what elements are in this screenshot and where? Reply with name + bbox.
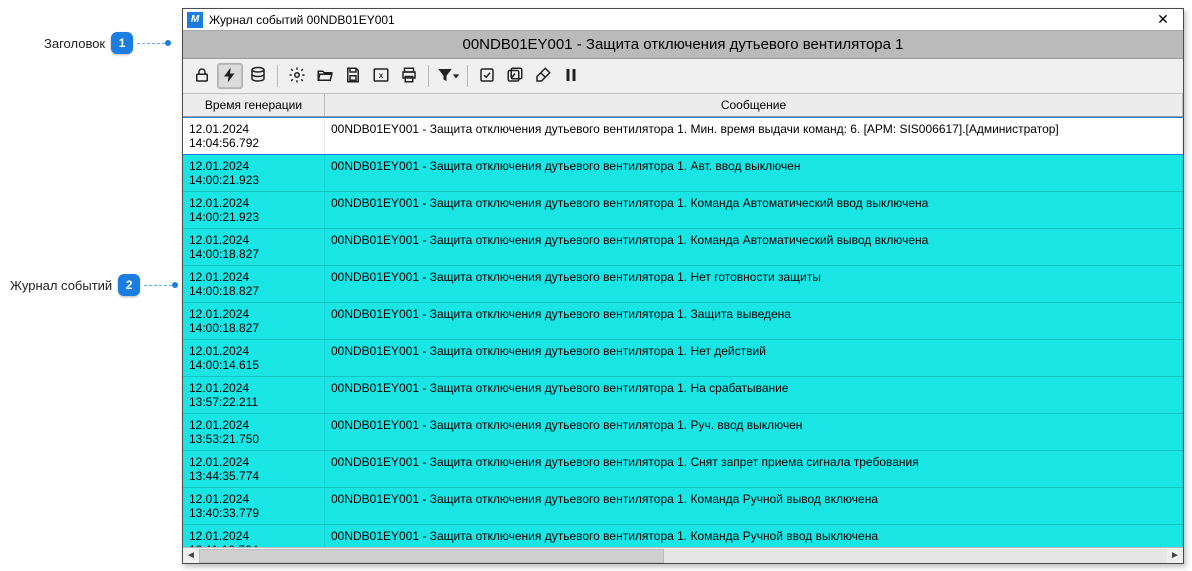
database-icon: [249, 66, 267, 87]
callout-journal-label: Журнал событий: [10, 278, 112, 293]
cell-time: 12.01.2024 13:40:33.779: [183, 488, 325, 524]
cell-message: 00NDB01EY001 - Защита отключения дутьево…: [325, 340, 1183, 376]
pause-button[interactable]: [558, 63, 584, 89]
cell-time: 12.01.2024 14:00:18.827: [183, 303, 325, 339]
toolbar: X: [183, 59, 1183, 94]
check-all-icon: [506, 66, 524, 87]
table-row[interactable]: 12.01.2024 14:00:18.82700NDB01EY001 - За…: [183, 229, 1183, 266]
table-row[interactable]: 12.01.2024 13:57:22.21100NDB01EY001 - За…: [183, 377, 1183, 414]
scroll-track[interactable]: [199, 549, 1167, 563]
cell-message: 00NDB01EY001 - Защита отключения дутьево…: [325, 377, 1183, 413]
callout-title: Заголовок 1: [44, 32, 171, 54]
callout-dot: [165, 40, 171, 46]
cell-time: 12.01.2024 13:53:21.750: [183, 414, 325, 450]
cell-time: 12.01.2024 14:00:14.615: [183, 340, 325, 376]
cell-time: 12.01.2024 14:04:56.792: [183, 118, 325, 154]
page-title: 00NDB01EY001 - Защита отключения дутьево…: [183, 31, 1183, 59]
cell-message: 00NDB01EY001 - Защита отключения дутьево…: [325, 414, 1183, 450]
table-body[interactable]: 12.01.2024 14:04:56.79200NDB01EY001 - За…: [183, 117, 1183, 547]
check-all-button[interactable]: [502, 63, 528, 89]
funnel-button[interactable]: [435, 63, 461, 89]
table-row[interactable]: 12.01.2024 14:00:14.61500NDB01EY001 - За…: [183, 340, 1183, 377]
toolbar-separator: [428, 65, 429, 87]
column-header-message[interactable]: Сообщение: [325, 94, 1183, 116]
callout-title-badge: 1: [111, 32, 133, 54]
titlebar[interactable]: M Журнал событий 00NDB01EY001 ✕: [183, 9, 1183, 31]
scroll-left-button[interactable]: ◄: [183, 549, 199, 563]
gear-icon: [288, 66, 306, 87]
cell-message: 00NDB01EY001 - Защита отключения дутьево…: [325, 266, 1183, 302]
column-header-time[interactable]: Время генерации: [183, 94, 325, 116]
cell-message: 00NDB01EY001 - Защита отключения дутьево…: [325, 488, 1183, 524]
check-one-icon: [478, 66, 496, 87]
lock-icon: [193, 66, 211, 87]
table-row[interactable]: 12.01.2024 13:53:21.75000NDB01EY001 - За…: [183, 414, 1183, 451]
callout-line: [137, 43, 165, 44]
database-button[interactable]: [245, 63, 271, 89]
callout-journal-badge: 2: [118, 274, 140, 296]
cell-time: 12.01.2024 13:57:22.211: [183, 377, 325, 413]
save-button[interactable]: [340, 63, 366, 89]
callout-dot: [172, 282, 178, 288]
table-row[interactable]: 12.01.2024 13:40:33.77900NDB01EY001 - За…: [183, 488, 1183, 525]
cell-time: 12.01.2024 14:00:21.923: [183, 192, 325, 228]
callout-line: [144, 285, 172, 286]
folder-open-icon: [316, 66, 334, 87]
callout-title-label: Заголовок: [44, 36, 105, 51]
table-row[interactable]: 12.01.2024 14:00:18.82700NDB01EY001 - За…: [183, 266, 1183, 303]
svg-text:X: X: [379, 73, 384, 80]
toolbar-separator: [277, 65, 278, 87]
cell-message: 00NDB01EY001 - Защита отключения дутьево…: [325, 303, 1183, 339]
table-row[interactable]: 12.01.2024 13:44:35.77400NDB01EY001 - За…: [183, 451, 1183, 488]
excel-button[interactable]: X: [368, 63, 394, 89]
cell-time: 12.01.2024 14:00:21.923: [183, 155, 325, 191]
cell-message: 00NDB01EY001 - Защита отключения дутьево…: [325, 229, 1183, 265]
scroll-right-button[interactable]: ►: [1167, 549, 1183, 563]
pause-icon: [562, 66, 580, 87]
cell-message: 00NDB01EY001 - Защита отключения дутьево…: [325, 118, 1183, 154]
table-row[interactable]: 12.01.2024 12:11:16.76400NDB01EY001 - За…: [183, 525, 1183, 547]
cell-message: 00NDB01EY001 - Защита отключения дутьево…: [325, 525, 1183, 547]
table-row[interactable]: 12.01.2024 14:04:56.79200NDB01EY001 - За…: [183, 117, 1183, 155]
table-row[interactable]: 12.01.2024 14:00:21.92300NDB01EY001 - За…: [183, 155, 1183, 192]
cell-message: 00NDB01EY001 - Защита отключения дутьево…: [325, 155, 1183, 191]
table-row[interactable]: 12.01.2024 14:00:18.82700NDB01EY001 - За…: [183, 303, 1183, 340]
callout-journal: Журнал событий 2: [10, 274, 178, 296]
cell-message: 00NDB01EY001 - Защита отключения дутьево…: [325, 192, 1183, 228]
cell-time: 12.01.2024 14:00:18.827: [183, 266, 325, 302]
bolt-button[interactable]: [217, 63, 243, 89]
gear-button[interactable]: [284, 63, 310, 89]
excel-icon: X: [372, 66, 390, 87]
save-icon: [344, 66, 362, 87]
scroll-thumb[interactable]: [199, 549, 664, 563]
print-icon: [400, 66, 418, 87]
cell-message: 00NDB01EY001 - Защита отключения дутьево…: [325, 451, 1183, 487]
bolt-icon: [221, 66, 239, 87]
eraser-button[interactable]: [530, 63, 556, 89]
folder-open-button[interactable]: [312, 63, 338, 89]
table-header: Время генерации Сообщение: [183, 94, 1183, 117]
toolbar-separator: [467, 65, 468, 87]
cell-time: 12.01.2024 14:00:18.827: [183, 229, 325, 265]
app-icon: M: [187, 12, 203, 28]
cell-time: 12.01.2024 12:11:16.764: [183, 525, 325, 547]
event-log-window: M Журнал событий 00NDB01EY001 ✕ 00NDB01E…: [182, 8, 1184, 564]
horizontal-scrollbar[interactable]: ◄ ►: [183, 547, 1183, 563]
print-button[interactable]: [396, 63, 422, 89]
close-button[interactable]: ✕: [1147, 9, 1179, 31]
lock-button[interactable]: [189, 63, 215, 89]
check-one-button[interactable]: [474, 63, 500, 89]
eraser-icon: [534, 66, 552, 87]
table-row[interactable]: 12.01.2024 14:00:21.92300NDB01EY001 - За…: [183, 192, 1183, 229]
cell-time: 12.01.2024 13:44:35.774: [183, 451, 325, 487]
window-title: Журнал событий 00NDB01EY001: [209, 13, 395, 27]
